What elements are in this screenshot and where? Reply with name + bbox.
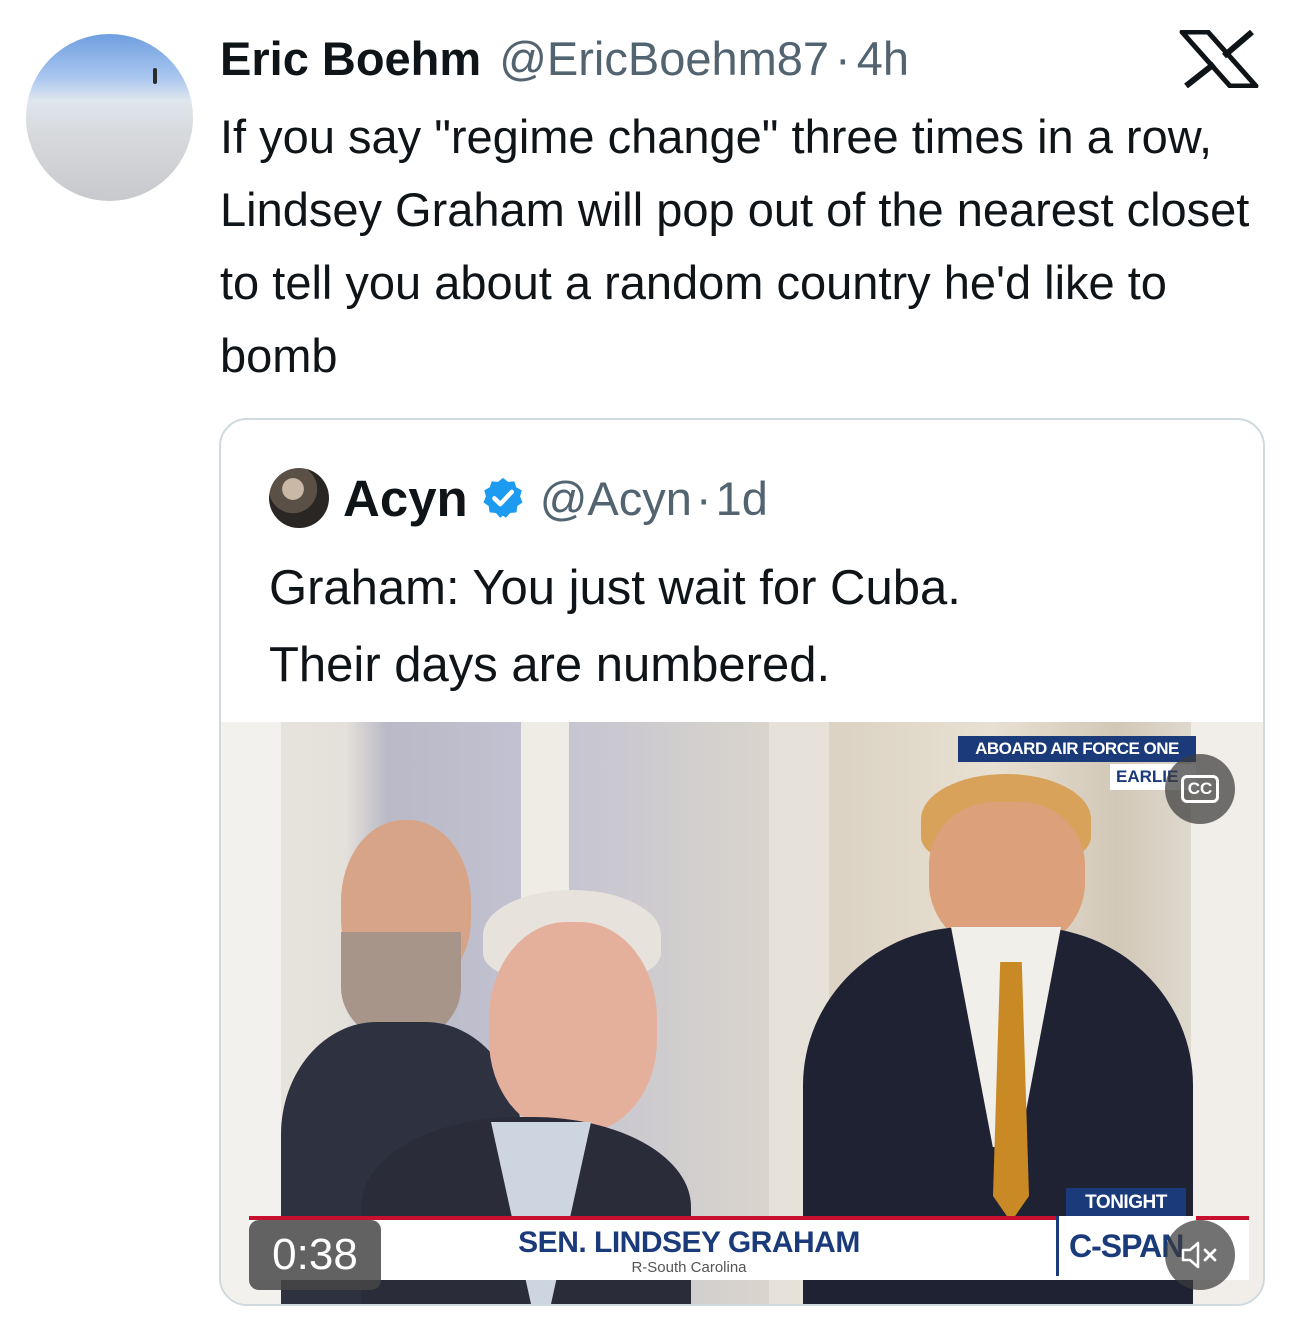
tweet-timestamp[interactable]: 4h [857,31,909,86]
quoted-text-line-2: Their days are numbered. [269,638,831,692]
quoted-author-name[interactable]: Acyn [343,469,468,528]
author-handle[interactable]: @EricBoehm87 [499,31,829,86]
quoted-tweet-header: Acyn @Acyn · 1d [269,466,768,530]
quoted-tweet-text: Graham: You just wait for Cuba. Their da… [269,550,1229,704]
tweet-header: Eric Boehm @EricBoehm87 · 4h [220,26,909,90]
video-duration-badge: 0:38 [249,1220,381,1290]
tonight-label: TONIGHT [1066,1188,1186,1218]
quoted-author-handle[interactable]: @Acyn [540,471,692,526]
quoted-author-avatar[interactable] [269,468,329,528]
tweet-text: If you say "regime change" three times i… [220,110,1250,382]
author-avatar[interactable] [26,34,193,201]
author-name[interactable]: Eric Boehm [220,31,481,86]
closed-captions-button[interactable]: CC [1165,754,1235,824]
lower-third-subtitle: R-South Carolina [631,1259,747,1276]
mute-toggle-button[interactable] [1165,1220,1235,1290]
quoted-tweet-card[interactable]: Acyn @Acyn · 1d Graham: You just wait fo… [219,418,1265,1306]
quoted-text-line-1: Graham: You just wait for Cuba. [269,561,961,615]
separator-dot: · [695,471,712,525]
video-person-head [489,922,657,1132]
speaker-muted-icon [1181,1241,1217,1269]
quoted-tweet-timestamp[interactable]: 1d [716,471,768,526]
lower-third-name: SEN. LINDSEY GRAHAM [518,1226,860,1259]
closed-captions-icon: CC [1180,775,1220,803]
avatar-figure [153,68,157,84]
video-player[interactable]: ABOARD AIR FORCE ONE EARLIE CC SEN. LIND… [221,722,1263,1304]
verified-badge-icon [483,477,523,518]
broadcast-location-tag: ABOARD AIR FORCE ONE [958,736,1196,762]
x-logo-icon [1179,30,1259,88]
separator-dot: · [835,31,851,85]
